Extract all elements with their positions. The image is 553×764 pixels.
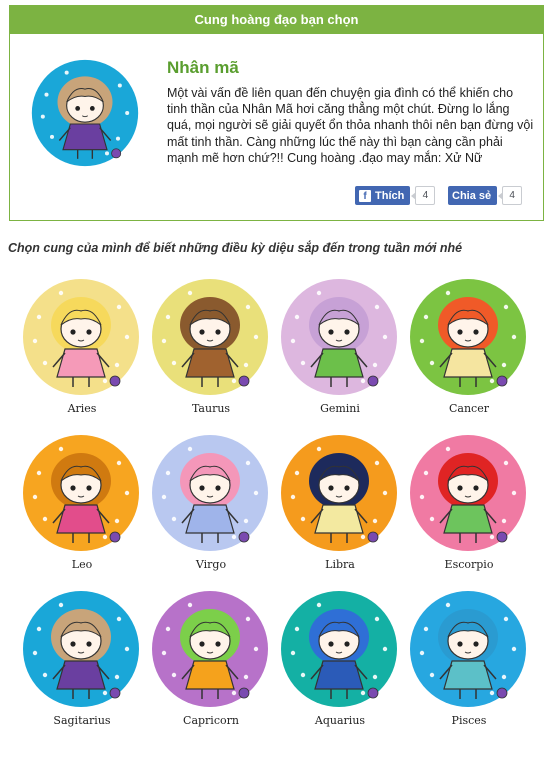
zodiac-cancer[interactable]: Cancer — [406, 275, 532, 433]
zodiac-image — [23, 435, 139, 551]
zodiac-label: Pisces — [451, 714, 487, 727]
zodiac-image — [410, 591, 526, 707]
sign-description: Một vài vấn đề liên quan đến chuyện gia … — [167, 86, 534, 165]
zodiac-pisces[interactable]: Pisces — [406, 587, 532, 745]
zodiac-gemini[interactable]: Gemini — [277, 275, 403, 433]
like-button[interactable]: f Thích — [355, 186, 411, 205]
zodiac-label: Virgo — [195, 558, 227, 571]
share-label: Chia sẻ — [452, 189, 492, 202]
zodiac-libra[interactable]: Libra — [277, 431, 403, 589]
share-button[interactable]: Chia sẻ — [448, 186, 498, 205]
share-count: 4 — [498, 186, 523, 205]
zodiac-taurus[interactable]: Taurus — [148, 275, 274, 433]
zodiac-image — [23, 279, 139, 395]
zodiac-label: Leo — [71, 558, 93, 571]
featured-sign-image — [30, 58, 140, 168]
zodiac-label: Cancer — [449, 402, 489, 415]
sign-name: Nhân mã — [167, 58, 239, 77]
facebook-icon: f — [359, 189, 371, 202]
zodiac-label: Sagitarius — [53, 714, 111, 727]
zodiac-image — [152, 435, 268, 551]
zodiac-escorpio[interactable]: Escorpio — [406, 431, 532, 589]
facebook-share: Chia sẻ 4 — [448, 186, 523, 205]
zodiac-image — [152, 279, 268, 395]
zodiac-image — [23, 591, 139, 707]
zodiac-label: Capricorn — [183, 714, 239, 727]
choose-sign-prompt: Chọn cung của mình để biết những điều kỳ… — [8, 241, 463, 255]
zodiac-leo[interactable]: Leo — [19, 431, 145, 589]
zodiac-label: Gemini — [320, 402, 360, 415]
zodiac-image — [281, 279, 397, 395]
like-label: Thích — [375, 189, 405, 202]
zodiac-image — [410, 279, 526, 395]
zodiac-sagitarius[interactable]: Sagitarius — [19, 587, 145, 745]
zodiac-aquarius[interactable]: Aquarius — [277, 587, 403, 745]
facebook-like: f Thích 4 — [355, 186, 436, 205]
zodiac-label: Taurus — [191, 402, 231, 415]
zodiac-label: Aquarius — [314, 714, 366, 727]
zodiac-capricorn[interactable]: Capricorn — [148, 587, 274, 745]
zodiac-image — [281, 435, 397, 551]
zodiac-label: Libra — [325, 558, 355, 571]
zodiac-image — [410, 435, 526, 551]
zodiac-image — [152, 591, 268, 707]
zodiac-label: Aries — [67, 402, 97, 415]
like-count: 4 — [411, 186, 436, 205]
panel-title: Cung hoàng đạo bạn chọn — [10, 6, 543, 34]
zodiac-aries[interactable]: Aries — [19, 275, 145, 433]
zodiac-label: Escorpio — [444, 558, 494, 571]
zodiac-image — [281, 591, 397, 707]
zodiac-virgo[interactable]: Virgo — [148, 431, 274, 589]
